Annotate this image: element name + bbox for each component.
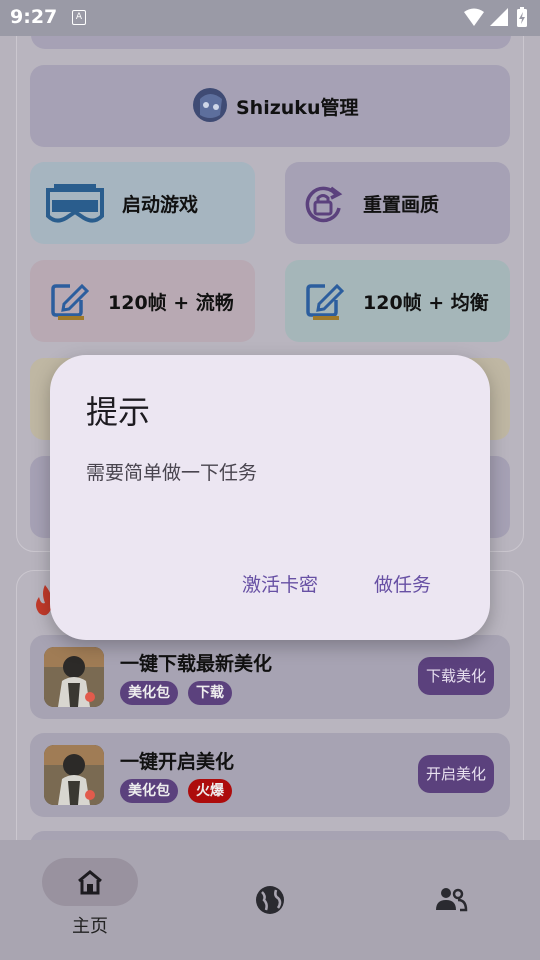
activate-key-button[interactable]: 激活卡密	[242, 570, 318, 597]
do-task-button[interactable]: 做任务	[374, 570, 431, 597]
dialog-title: 提示	[86, 393, 151, 431]
prompt-dialog: 提示 需要简单做一下任务 激活卡密 做任务	[50, 355, 490, 640]
dialog-message: 需要简单做一下任务	[86, 462, 258, 484]
